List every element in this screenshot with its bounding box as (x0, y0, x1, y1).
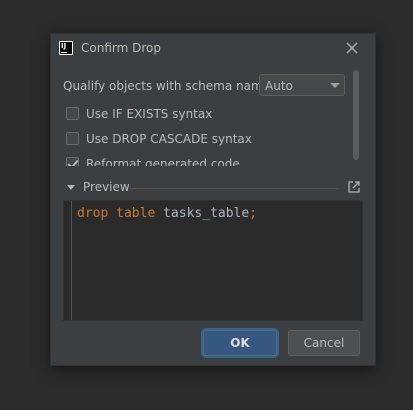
cancel-button[interactable]: Cancel (288, 330, 360, 356)
option-label: Use IF EXISTS syntax (86, 107, 213, 121)
reformat-checkbox[interactable] (66, 157, 79, 166)
ok-button[interactable]: OK (203, 330, 277, 356)
collapse-triangle-icon[interactable] (67, 185, 75, 190)
option-label: Use DROP CASCADE syntax (86, 132, 252, 146)
option-if-exists[interactable]: Use IF EXISTS syntax (66, 106, 346, 122)
sql-preview-editor[interactable]: drop table tasks_table; (63, 200, 363, 321)
keyword-table: table (116, 206, 156, 221)
qualify-schema-dropdown[interactable]: Auto (259, 74, 345, 96)
qualify-schema-row: Qualify objects with schema names: Auto (63, 74, 353, 98)
divider (130, 188, 338, 189)
chevron-down-icon (330, 83, 340, 88)
qualify-schema-value: Auto (265, 79, 293, 93)
open-in-new-window-icon[interactable] (347, 180, 361, 194)
option-reformat[interactable]: Reformat generated code (66, 156, 346, 166)
preview-label: Preview (83, 180, 130, 194)
options-scrollbar[interactable] (353, 70, 359, 160)
sql-code: drop table tasks_table; (77, 206, 257, 221)
drop-cascade-checkbox[interactable] (66, 132, 79, 145)
dialog-titlebar: IJ Confirm Drop (51, 34, 375, 62)
confirm-drop-dialog: IJ Confirm Drop Qualify objects with sch… (51, 34, 375, 365)
table-identifier: tasks_table (163, 206, 250, 221)
if-exists-checkbox[interactable] (66, 107, 79, 120)
qualify-schema-label: Qualify objects with schema names: (63, 79, 281, 93)
close-icon[interactable] (345, 41, 359, 55)
options-list: Use IF EXISTS syntax Use DROP CASCADE sy… (66, 106, 346, 166)
statement-terminator: ; (249, 206, 258, 221)
option-drop-cascade[interactable]: Use DROP CASCADE syntax (66, 131, 346, 147)
option-label: Reformat generated code (86, 157, 240, 166)
preview-section-header[interactable]: Preview (66, 180, 361, 196)
dialog-title: Confirm Drop (81, 41, 161, 55)
editor-gutter (71, 201, 72, 320)
intellij-icon: IJ (59, 41, 73, 55)
keyword-drop: drop (77, 206, 109, 221)
